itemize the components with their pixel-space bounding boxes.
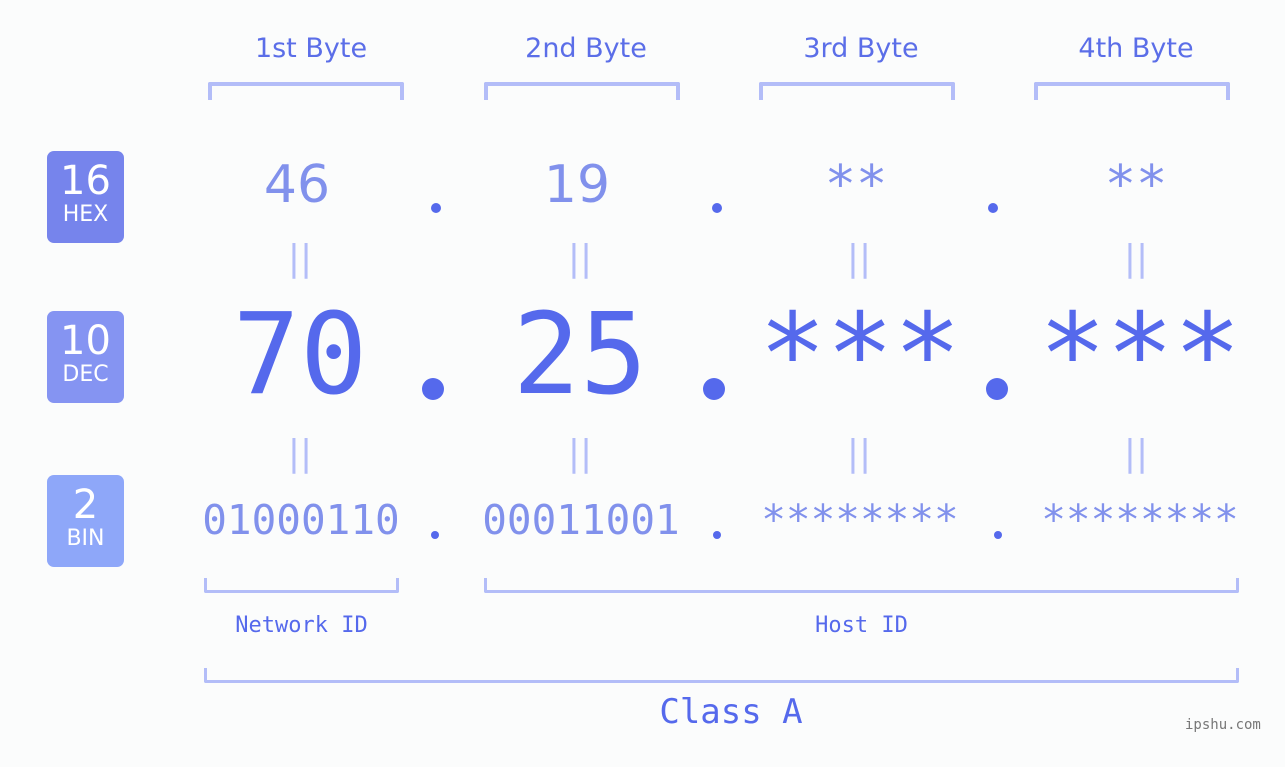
equals-icon: || [567,238,593,279]
dec-value-1: 70 [232,290,368,420]
class-label: Class A [659,692,803,732]
hex-label: HEX [62,202,109,227]
bin-value-1: 01000110 [202,496,400,544]
bin-base: 2 [72,482,99,528]
dec-label: DEC [62,362,109,387]
equals-icon: || [1123,433,1149,474]
bin-value-4: ******** [1041,496,1239,544]
dec-base: 10 [60,318,111,364]
byte-bracket-4 [1034,82,1230,100]
equals-icon: || [287,238,313,279]
hex-dot-2 [712,203,722,213]
bin-dot-3 [994,531,1002,539]
byte-header-4: 4th Byte [1078,33,1194,64]
bin-value-2: 00011001 [482,496,680,544]
byte-bracket-2 [484,82,680,100]
equals-icon: || [846,238,872,279]
byte-bracket-1 [208,82,404,100]
watermark: ipshu.com [1185,717,1261,733]
network-id-label: Network ID [235,613,368,638]
byte-bracket-3 [759,82,955,100]
hex-base: 16 [60,158,111,204]
hex-badge: 16 HEX [47,151,124,243]
dec-value-3: *** [758,290,962,420]
dec-badge: 10 DEC [47,311,124,403]
hex-dot-1 [431,203,441,213]
dec-value-4: *** [1038,290,1242,420]
hex-value-3: ** [824,155,888,215]
host-id-label: Host ID [815,613,908,638]
bin-badge: 2 BIN [47,475,124,567]
equals-icon: || [1123,238,1149,279]
byte-header-2: 2nd Byte [525,33,647,64]
equals-icon: || [567,433,593,474]
network-id-bracket [204,578,399,593]
dec-dot-1 [422,378,444,400]
hex-value-4: ** [1104,155,1168,215]
equals-icon: || [287,433,313,474]
class-bracket [204,668,1239,683]
dec-dot-2 [703,378,725,400]
byte-header-1: 1st Byte [254,33,368,64]
hex-value-2: 19 [543,155,611,215]
hex-value-1: 46 [263,155,331,215]
bin-value-3: ******** [761,496,959,544]
equals-icon: || [846,433,872,474]
hex-dot-3 [988,203,998,213]
dec-dot-3 [986,378,1008,400]
bin-label: BIN [66,526,105,551]
bin-dot-2 [713,531,721,539]
bin-dot-1 [431,531,439,539]
dec-value-2: 25 [512,290,648,420]
byte-header-3: 3rd Byte [803,33,919,64]
host-id-bracket [484,578,1239,593]
